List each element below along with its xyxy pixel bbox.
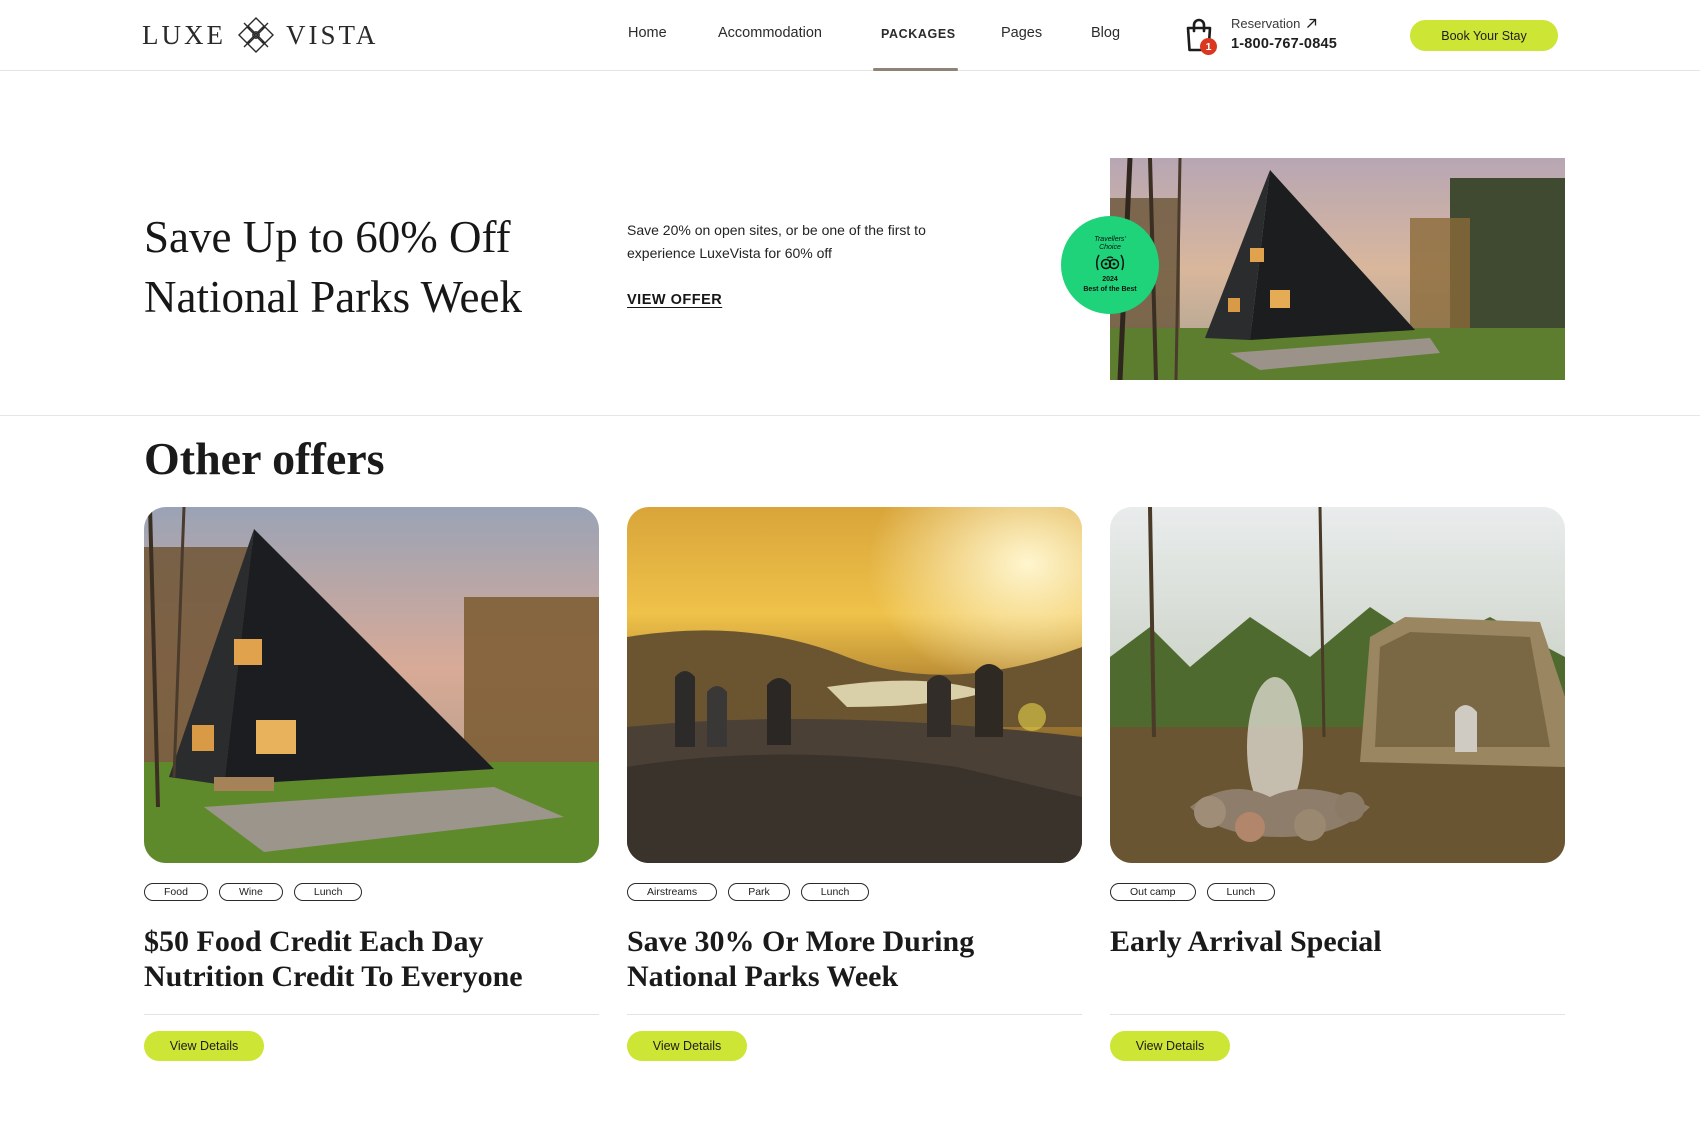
offer-card: Airstreams Park Lunch Save 30% Or More D…: [627, 507, 1082, 1067]
active-nav-indicator: [873, 68, 958, 71]
site-header: LUXE VISTA Home Accommodation PACKAGES P…: [0, 0, 1700, 71]
offer-tags: Airstreams Park Lunch: [627, 883, 870, 901]
card-divider: [1110, 1014, 1565, 1015]
reservation-link[interactable]: Reservation: [1231, 16, 1317, 31]
reservation-phone[interactable]: 1-800-767-0845: [1231, 36, 1337, 52]
offer-title[interactable]: $50 Food Credit Each Day Nutrition Credi…: [144, 924, 584, 994]
campfire-offer-image[interactable]: [1110, 507, 1565, 863]
tag[interactable]: Airstreams: [627, 883, 718, 901]
brand-word-right: VISTA: [285, 19, 379, 50]
badge-year: 2024: [1102, 276, 1118, 283]
brand-word-left: LUXE: [142, 19, 226, 50]
view-offer-link[interactable]: VIEW OFFER: [627, 292, 722, 308]
arrow-up-right-icon: [1307, 18, 1317, 28]
badge-line-2: Choice: [1099, 244, 1121, 251]
tripadvisor-owl-icon: [1095, 254, 1125, 271]
tag[interactable]: Lunch: [800, 883, 870, 901]
offer-tags: Food Wine Lunch: [144, 883, 363, 901]
offer-card: Food Wine Lunch $50 Food Credit Each Day…: [144, 507, 599, 1067]
nav-item-home[interactable]: Home: [628, 25, 667, 41]
nav-item-pages[interactable]: Pages: [1001, 25, 1042, 41]
view-details-button[interactable]: View Details: [144, 1031, 264, 1061]
hero-title-line-1: Save Up to 60% Off: [144, 212, 511, 262]
hero-cabin-image: [1110, 158, 1565, 380]
offer-card: Out camp Lunch Early Arrival Special Vie…: [1110, 507, 1565, 1067]
brand-emblem-icon: [237, 17, 274, 53]
view-details-button[interactable]: View Details: [627, 1031, 747, 1061]
nav-item-blog[interactable]: Blog: [1091, 25, 1120, 41]
book-your-stay-button[interactable]: Book Your Stay: [1410, 20, 1558, 51]
tag[interactable]: Out camp: [1110, 883, 1196, 901]
nav-item-packages[interactable]: PACKAGES: [881, 27, 956, 41]
tag[interactable]: Wine: [218, 883, 283, 901]
offer-tags: Out camp Lunch: [1110, 883, 1276, 901]
badge-line-1: Travellers': [1094, 236, 1126, 243]
hero-description: Save 20% on open sites, or be one of the…: [627, 222, 926, 261]
offer-title[interactable]: Save 30% Or More During National Parks W…: [627, 924, 1067, 994]
travellers-choice-badge: Travellers' Choice 2024 Best of the Best: [1061, 216, 1159, 314]
nav-item-accommodation[interactable]: Accommodation: [718, 25, 822, 41]
badge-line-3: Best of the Best: [1083, 286, 1137, 293]
cart-count-badge: 1: [1200, 38, 1217, 55]
tag[interactable]: Park: [728, 883, 790, 901]
sunset-hike-offer-image[interactable]: [627, 507, 1082, 863]
offer-title[interactable]: Early Arrival Special: [1110, 924, 1550, 959]
tag[interactable]: Lunch: [293, 883, 363, 901]
brand-logo[interactable]: LUXE VISTA: [142, 15, 378, 55]
tag[interactable]: Lunch: [1206, 883, 1276, 901]
hero-title: Save Up to 60% Off National Parks Week: [144, 207, 614, 327]
view-details-button[interactable]: View Details: [1110, 1031, 1230, 1061]
tag[interactable]: Food: [144, 883, 208, 901]
card-divider: [144, 1014, 599, 1015]
reservation-label: Reservation: [1231, 16, 1301, 31]
card-divider: [627, 1014, 1082, 1015]
cabin-offer-image[interactable]: [144, 507, 599, 863]
section-divider: [0, 415, 1700, 416]
other-offers-heading: Other offers: [144, 433, 385, 484]
hero-title-line-2: National Parks Week: [144, 272, 522, 322]
